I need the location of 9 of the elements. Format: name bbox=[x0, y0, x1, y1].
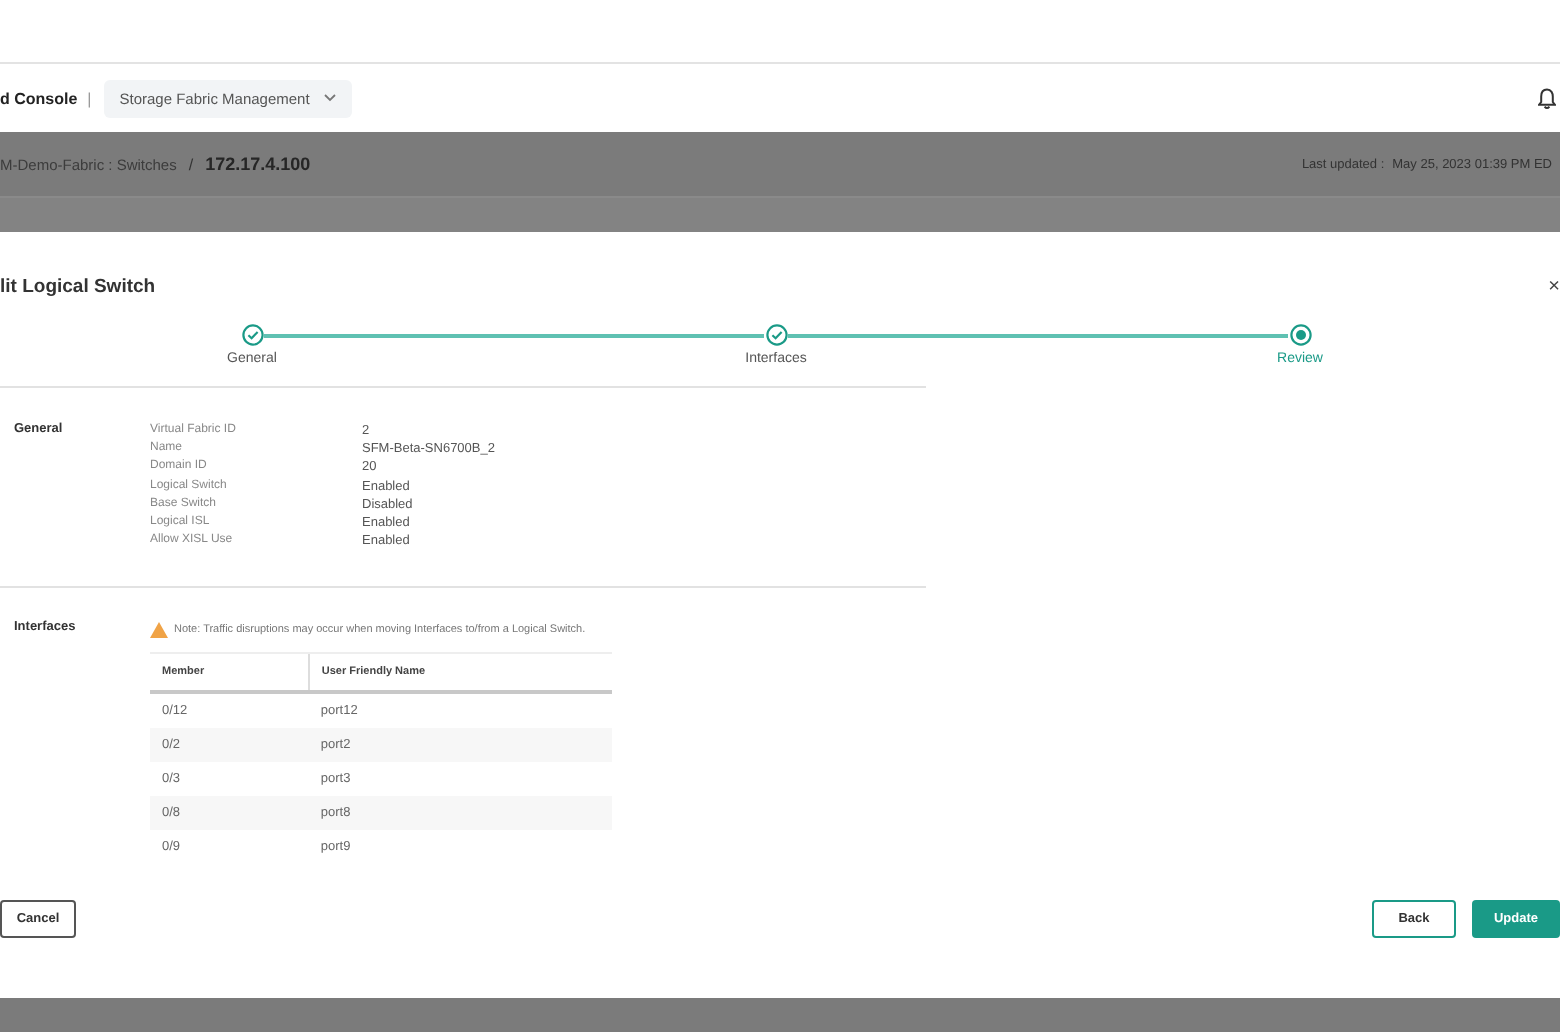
breadcrumb-separator: / bbox=[188, 155, 194, 173]
app-title: d Console bbox=[0, 89, 78, 107]
bell-icon[interactable] bbox=[1538, 87, 1556, 109]
breadcrumb-current: 172.17.4.100 bbox=[205, 154, 311, 174]
dialog-title: lit Logical Switch bbox=[0, 275, 156, 297]
chevron-down-icon bbox=[323, 94, 336, 102]
separator-text: | bbox=[87, 89, 92, 107]
close-button[interactable]: × bbox=[1544, 275, 1560, 297]
warning-icon bbox=[150, 622, 168, 638]
